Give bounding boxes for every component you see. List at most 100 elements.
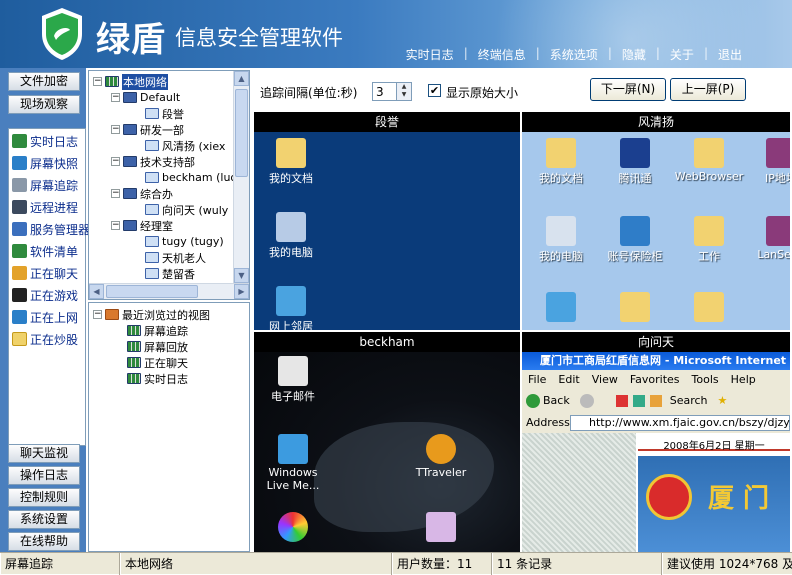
online-help-button[interactable]: 在线帮助 xyxy=(8,532,80,551)
view-icon xyxy=(127,357,141,368)
screen-title: 段誉 xyxy=(254,112,520,132)
func-software-list[interactable]: 软件清单 xyxy=(12,241,78,261)
system-settings-button[interactable]: 系统设置 xyxy=(8,510,80,529)
menu-edit[interactable]: Edit xyxy=(552,370,585,389)
status-scope: 本地网络 xyxy=(120,553,392,575)
nav-realtime-log[interactable]: 实时日志 xyxy=(396,46,464,63)
chat-monitor-button[interactable]: 聊天监视 xyxy=(8,444,80,463)
control-rules-button[interactable]: 控制规则 xyxy=(8,488,80,507)
avatar-icon xyxy=(426,512,456,542)
page-date: 2008年6月2日 星期一 xyxy=(663,441,765,452)
stepper-buttons[interactable]: ▲ ▼ xyxy=(396,83,411,100)
scroll-up-icon[interactable]: ▲ xyxy=(234,71,249,86)
next-screen-button[interactable]: 下一屏(N) xyxy=(590,78,666,101)
search-label[interactable]: Search xyxy=(670,389,708,413)
func-screen-track[interactable]: 屏幕追踪 xyxy=(12,175,78,195)
tree-pc[interactable]: tugy (tugy) xyxy=(145,234,224,249)
scroll-thumb[interactable] xyxy=(106,285,198,298)
spin-up-icon[interactable]: ▲ xyxy=(397,83,411,91)
address-input[interactable]: http://www.xm.fjaic.gov.cn/bszy/djzy/n xyxy=(570,415,790,431)
scroll-down-icon[interactable]: ▼ xyxy=(234,268,249,283)
view-item[interactable]: 实时日志 xyxy=(127,371,188,386)
tree-group[interactable]: − 技术支持部 xyxy=(111,154,195,169)
tracking-toolbar: 追踪间隔(单位:秒) 3 ▲ ▼ ✔ 显示原始大小 下一屏(N) 上一屏(P) xyxy=(252,70,792,110)
nav-terminal-info[interactable]: 终端信息 xyxy=(468,46,536,63)
interval-value: 3 xyxy=(376,85,384,99)
interval-stepper[interactable]: 3 ▲ ▼ xyxy=(372,82,412,101)
screen-tile[interactable]: 段誉 我的文档 我的电脑 网上邻居 xyxy=(254,112,520,330)
desktop-icon: 我的电脑 xyxy=(256,212,326,260)
screen-title: beckham xyxy=(254,332,520,352)
spin-down-icon[interactable]: ▼ xyxy=(397,91,411,99)
status-record-count: 11 条记录 xyxy=(492,553,662,575)
func-stock-trading[interactable]: 正在炒股 xyxy=(12,329,78,349)
refresh-icon[interactable] xyxy=(632,395,645,407)
nav-system-options[interactable]: 系统选项 xyxy=(540,46,608,63)
stock-icon xyxy=(12,332,27,346)
prev-screen-button[interactable]: 上一屏(P) xyxy=(670,78,746,101)
view-item[interactable]: 屏幕追踪 xyxy=(127,323,188,338)
network-places-icon xyxy=(546,292,576,322)
tree-horizontal-scrollbar[interactable]: ◀ ▶ xyxy=(89,283,249,299)
page-sidebar xyxy=(522,433,636,552)
group-icon xyxy=(123,156,137,167)
live-observe-button[interactable]: 现场观察 xyxy=(8,95,80,114)
nav-about[interactable]: 关于 xyxy=(660,46,704,63)
tree-pc[interactable]: 向问天 (wuly xyxy=(145,202,228,217)
views-root[interactable]: − 最近浏览过的视图 xyxy=(93,307,210,322)
scroll-thumb[interactable] xyxy=(235,89,248,177)
back-label[interactable]: Back xyxy=(543,389,570,413)
group-icon xyxy=(123,92,137,103)
folder-icon xyxy=(620,292,650,322)
tree-root[interactable]: − 本地网络 xyxy=(93,73,168,90)
nav-exit[interactable]: 退出 xyxy=(708,46,752,63)
view-item[interactable]: 正在聊天 xyxy=(127,355,188,370)
scroll-right-icon[interactable]: ▶ xyxy=(234,284,249,299)
tree-pc[interactable]: 天机老人 xyxy=(145,250,206,265)
func-gaming[interactable]: 正在游戏 xyxy=(12,285,78,305)
brand-name: 绿盾 xyxy=(96,20,166,60)
tree-pc[interactable]: 风清扬 (xiex xyxy=(145,138,225,153)
tree-group[interactable]: − 经理室 xyxy=(111,218,173,233)
folder-icon xyxy=(694,292,724,322)
menu-favorites[interactable]: Favorites xyxy=(624,370,686,389)
tree-group[interactable]: − 研发一部 xyxy=(111,122,184,137)
func-service-manager[interactable]: 服务管理器 xyxy=(12,219,90,239)
back-icon[interactable] xyxy=(526,394,540,408)
menu-file[interactable]: File xyxy=(522,370,552,389)
chat-icon xyxy=(12,266,27,280)
func-remote-process[interactable]: 远程进程 xyxy=(12,197,78,217)
screen-tile[interactable]: 风清扬 我的文档 腾讯通 WebBrowser IP地址 我的电脑 账号保险柜 … xyxy=(522,112,790,330)
archive-icon xyxy=(766,216,790,246)
tree-group[interactable]: − Default xyxy=(111,90,180,105)
tree-pc[interactable]: beckham (luo xyxy=(145,170,237,185)
menu-tools[interactable]: Tools xyxy=(686,370,725,389)
tree-group[interactable]: − 综合办 xyxy=(111,186,173,201)
desktop-icon: IP地址 xyxy=(746,138,790,186)
func-chatting[interactable]: 正在聊天 xyxy=(12,263,78,283)
view-item[interactable]: 屏幕回放 xyxy=(127,339,188,354)
tree-vertical-scrollbar[interactable]: ▲ ▼ xyxy=(233,71,249,283)
stop-icon[interactable] xyxy=(615,395,628,407)
show-original-checkbox[interactable]: ✔ xyxy=(428,84,441,97)
menu-help[interactable]: Help xyxy=(725,370,762,389)
computer-icon xyxy=(145,236,159,247)
interval-label: 追踪间隔(单位:秒) xyxy=(260,86,358,100)
tree-pc[interactable]: 段誉 xyxy=(145,106,184,121)
rtx-icon xyxy=(620,138,650,168)
favorites-star-icon[interactable]: ★ xyxy=(718,389,728,413)
func-realtime-log[interactable]: 实时日志 xyxy=(12,131,78,151)
tree-pc[interactable]: 楚留香 xyxy=(145,266,195,281)
screen-tile[interactable]: beckham 电子邮件 Windows Live Me... TTravele… xyxy=(254,332,520,552)
file-encrypt-button[interactable]: 文件加密 xyxy=(8,72,80,91)
scroll-left-icon[interactable]: ◀ xyxy=(89,284,104,299)
func-screen-snapshot[interactable]: 屏幕快照 xyxy=(12,153,78,173)
operation-log-button[interactable]: 操作日志 xyxy=(8,466,80,485)
nav-hide[interactable]: 隐藏 xyxy=(612,46,656,63)
func-web-browsing[interactable]: 正在上网 xyxy=(12,307,78,327)
screen-tile[interactable]: 向问天 厦门市工商局红盾信息网 - Microsoft Internet Fil… xyxy=(522,332,790,552)
forward-icon[interactable] xyxy=(579,394,594,408)
menu-view[interactable]: View xyxy=(586,370,624,389)
browser-icon xyxy=(426,434,456,464)
home-icon[interactable] xyxy=(649,395,662,407)
